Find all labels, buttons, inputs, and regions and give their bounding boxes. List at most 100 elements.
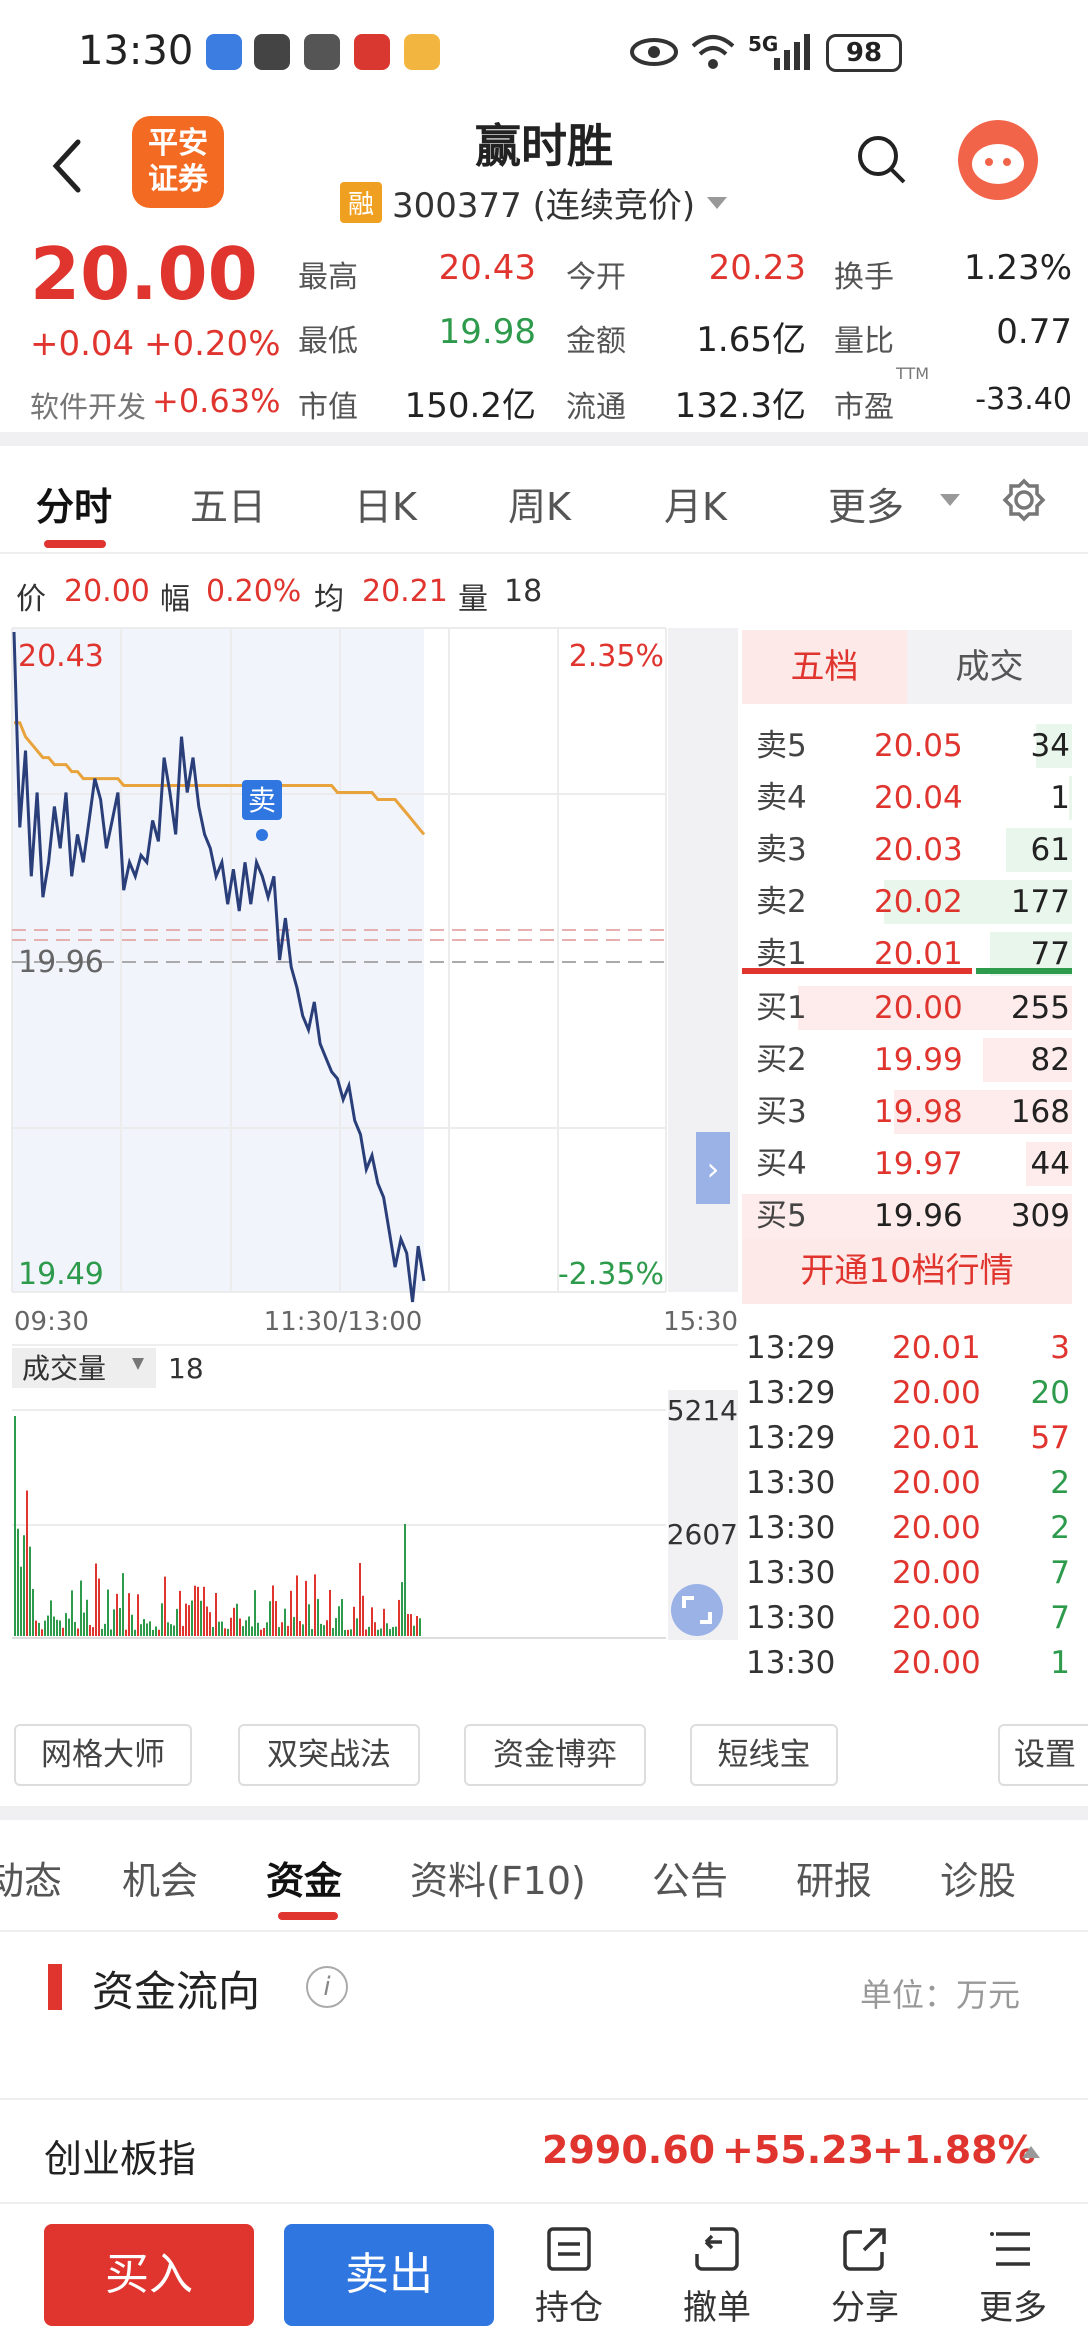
tab-weekly-k[interactable]: 周K <box>508 476 571 531</box>
ask-level-row[interactable]: 卖4 20.04 1 <box>742 772 1072 824</box>
level-label: 买5 <box>756 1198 807 1234</box>
assistant-avatar-icon[interactable] <box>958 120 1038 200</box>
volume-bar <box>23 1535 25 1636</box>
volume-bar <box>272 1585 274 1636</box>
volume-bar <box>230 1617 232 1636</box>
cancel-order-button[interactable]: 撤单 <box>662 2224 772 2329</box>
volume-bar <box>305 1580 307 1636</box>
share-label: 分享 <box>831 2288 899 2328</box>
ask-level-row[interactable]: 卖5 20.05 34 <box>742 720 1072 772</box>
volume-bar <box>245 1620 247 1636</box>
high-label: 最高 <box>298 260 358 295</box>
volume-bar <box>254 1590 256 1636</box>
tab-news[interactable]: 动态 <box>0 1850 62 1905</box>
dropdown-caret-icon <box>707 196 728 209</box>
low-label: 最低 <box>298 324 358 359</box>
open-label: 今开 <box>566 260 626 295</box>
volume-bar <box>188 1605 190 1636</box>
bid-level-row[interactable]: 买2 19.99 82 <box>742 1034 1072 1086</box>
bid-level-row[interactable]: 买3 19.98 168 <box>742 1086 1072 1138</box>
settings-gear-icon[interactable] <box>1002 478 1046 522</box>
tick-price: 20.00 <box>892 1555 981 1591</box>
volume-bar <box>161 1603 163 1636</box>
more-button[interactable]: 更多 <box>958 2224 1068 2329</box>
high-value: 20.43 <box>438 248 536 288</box>
volume-bar <box>89 1624 91 1636</box>
tab-announcements[interactable]: 公告 <box>652 1850 728 1905</box>
y-top-label: 20.43 <box>18 639 104 674</box>
settings-button[interactable]: 设置 <box>998 1724 1088 1786</box>
tab-opportunity[interactable]: 机会 <box>122 1850 198 1905</box>
bid-level-row[interactable]: 买4 19.97 44 <box>742 1138 1072 1190</box>
level-price: 19.96 <box>874 1198 963 1234</box>
tick-price: 20.00 <box>892 1510 981 1546</box>
info-price-label: 价 <box>16 582 46 617</box>
tick-time: 13:29 <box>746 1330 836 1366</box>
grid-master-button[interactable]: 网格大师 <box>14 1724 192 1786</box>
volume-bar <box>293 1617 295 1636</box>
info-icon[interactable]: i <box>306 1966 348 2008</box>
tab-monthly-k[interactable]: 月K <box>664 476 727 531</box>
tab-research[interactable]: 研报 <box>796 1850 872 1905</box>
x-label-open: 09:30 <box>14 1307 89 1337</box>
tab-five-level[interactable]: 五档 <box>742 630 907 704</box>
tab-f10[interactable]: 资料(F10) <box>410 1850 586 1905</box>
short-line-button[interactable]: 短线宝 <box>690 1724 838 1786</box>
level-volume: 168 <box>1010 1094 1070 1130</box>
buy-button[interactable]: 买入 <box>44 2224 254 2326</box>
fund-game-button[interactable]: 资金博弈 <box>464 1724 646 1786</box>
tab-diagnosis[interactable]: 诊股 <box>940 1850 1016 1905</box>
volume-bar <box>269 1601 271 1636</box>
ask-level-row[interactable]: 卖3 20.03 61 <box>742 824 1072 876</box>
volume-bar <box>419 1618 421 1636</box>
y-bottom-pct-label: -2.35% <box>558 1257 664 1292</box>
tick-price: 20.01 <box>892 1330 981 1366</box>
expand-up-caret-icon <box>1022 2146 1040 2158</box>
volume-bar <box>239 1618 241 1636</box>
y-bottom-label: 19.49 <box>18 1257 104 1292</box>
tick-time: 13:29 <box>746 1375 836 1411</box>
share-button[interactable]: 分享 <box>810 2224 920 2329</box>
volume-bar <box>182 1625 184 1636</box>
sector-name[interactable]: 软件开发 <box>30 384 146 426</box>
holdings-button[interactable]: 持仓 <box>514 2224 624 2329</box>
volume-bar <box>257 1622 259 1636</box>
open-ten-level-button[interactable]: 开通10档行情 <box>742 1238 1072 1304</box>
bid-level-row[interactable]: 买1 20.00 255 <box>742 982 1072 1034</box>
volume-bar <box>329 1589 331 1636</box>
sector-change: +0.63% <box>152 382 281 420</box>
volume-bar <box>71 1590 73 1636</box>
level-volume: 44 <box>1030 1146 1070 1182</box>
tab-daily-k[interactable]: 日K <box>354 476 417 531</box>
intraday-chart[interactable]: 20.43 2.35% 19.96 19.49 -2.35% 卖 › 09:30… <box>0 620 740 1720</box>
search-icon[interactable] <box>856 134 908 186</box>
tab-more[interactable]: 更多 <box>828 476 904 531</box>
level-label: 卖2 <box>756 884 807 920</box>
pe-label: 市盈 <box>834 390 894 425</box>
tab-five-day[interactable]: 五日 <box>190 476 266 531</box>
video-app-icon <box>354 34 390 70</box>
level-price: 20.04 <box>874 780 963 816</box>
volume-bar <box>119 1607 121 1636</box>
index-ticker-bar[interactable]: 创业板指 2990.60 +55.23 +1.88% <box>0 2098 1088 2204</box>
volume-bar <box>143 1619 145 1636</box>
volume-bar <box>110 1629 112 1636</box>
volume-bar <box>320 1623 322 1636</box>
bid-level-row[interactable]: 买5 19.96 309 <box>742 1190 1072 1242</box>
tab-fund[interactable]: 资金 <box>266 1850 342 1905</box>
tab-intraday[interactable]: 分时 <box>36 476 112 531</box>
volume-bar <box>221 1621 223 1636</box>
battery-indicator: 98 <box>826 34 902 72</box>
volume-bar <box>104 1623 106 1636</box>
tab-trades[interactable]: 成交 <box>907 630 1072 704</box>
tick-row: 13:30 20.00 1 <box>746 1641 1072 1686</box>
volume-bar <box>368 1626 370 1636</box>
fullscreen-button[interactable] <box>671 1584 723 1636</box>
sell-button[interactable]: 卖出 <box>284 2224 494 2326</box>
stock-code-selector[interactable]: 融 300377 (连续竞价) <box>340 178 729 227</box>
double-break-button[interactable]: 双突战法 <box>238 1724 420 1786</box>
volume-bar <box>398 1599 400 1636</box>
volume-bar <box>206 1606 208 1636</box>
ask-level-row[interactable]: 卖2 20.02 177 <box>742 876 1072 928</box>
y-top-pct-label: 2.35% <box>569 639 664 674</box>
